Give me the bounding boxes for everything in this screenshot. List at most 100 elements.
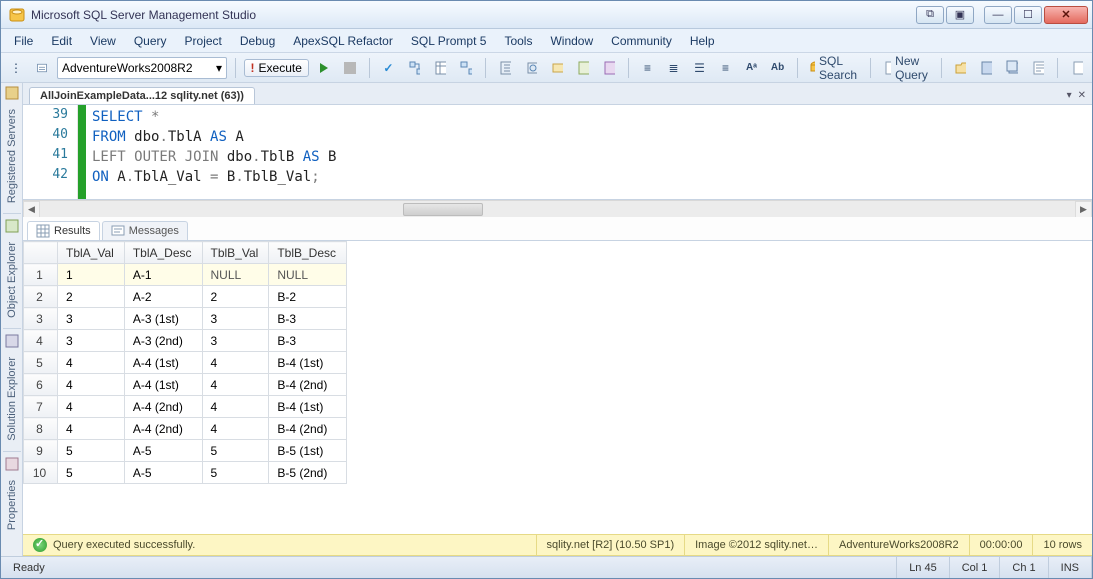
cell[interactable]: 2 xyxy=(58,286,125,308)
parse-check-icon[interactable]: ✓ xyxy=(377,57,399,79)
page-icon[interactable] xyxy=(1066,57,1088,79)
cell[interactable]: NULL xyxy=(269,264,347,286)
debug-play-icon[interactable] xyxy=(313,57,335,79)
document-tab[interactable]: AllJoinExampleData...12 sqlity.net (63)) xyxy=(29,87,255,104)
cell[interactable]: 3 xyxy=(202,308,269,330)
tool-icon-1[interactable] xyxy=(494,57,516,79)
cell[interactable]: 4 xyxy=(202,374,269,396)
menu-community[interactable]: Community xyxy=(602,31,681,51)
database-combo[interactable]: AdventureWorks2008R2 ▾ xyxy=(57,57,227,79)
row-number[interactable]: 5 xyxy=(24,352,58,374)
column-header[interactable]: TblA_Desc xyxy=(124,242,202,264)
sidebar-tab-properties[interactable]: Properties xyxy=(4,474,20,536)
comment-icon[interactable]: ☰ xyxy=(689,57,711,79)
messages-tab[interactable]: Messages xyxy=(102,221,188,240)
menu-project[interactable]: Project xyxy=(176,31,231,51)
table-row[interactable]: 64A-4 (1st)4B-4 (2nd) xyxy=(24,374,347,396)
cell[interactable]: 2 xyxy=(202,286,269,308)
cell[interactable]: 5 xyxy=(58,440,125,462)
tool-icon-3[interactable] xyxy=(546,57,568,79)
cell[interactable]: A-3 (2nd) xyxy=(124,330,202,352)
cell[interactable]: 5 xyxy=(58,462,125,484)
open-icon[interactable] xyxy=(949,57,971,79)
window-button-extra1[interactable]: ⧉ xyxy=(916,6,944,24)
cell[interactable]: B-4 (2nd) xyxy=(269,418,347,440)
scroll-right-icon[interactable]: ▶ xyxy=(1075,201,1092,218)
table-row[interactable]: 22A-22B-2 xyxy=(24,286,347,308)
cell[interactable]: 3 xyxy=(58,330,125,352)
menu-edit[interactable]: Edit xyxy=(42,31,81,51)
estimated-plan-icon[interactable] xyxy=(403,57,425,79)
sidebar-tab-registered-servers[interactable]: Registered Servers xyxy=(4,103,20,209)
row-number[interactable]: 4 xyxy=(24,330,58,352)
tab-menu-dropdown-icon[interactable]: ▾ xyxy=(1067,90,1072,101)
menu-tools[interactable]: Tools xyxy=(495,31,541,51)
menu-help[interactable]: Help xyxy=(681,31,724,51)
code-area[interactable]: SELECT *FROM dbo.TblA AS ALEFT OUTER JOI… xyxy=(86,105,1092,199)
table-row[interactable]: 105A-55B-5 (2nd) xyxy=(24,462,347,484)
tool-icon-5[interactable] xyxy=(598,57,620,79)
row-number[interactable]: 2 xyxy=(24,286,58,308)
execute-button[interactable]: ! Execute xyxy=(244,59,309,77)
cell[interactable]: B-3 xyxy=(269,308,347,330)
cell[interactable]: 3 xyxy=(58,308,125,330)
close-button[interactable]: ✕ xyxy=(1044,6,1088,24)
row-number[interactable]: 7 xyxy=(24,396,58,418)
cell[interactable]: 5 xyxy=(202,440,269,462)
save-icon[interactable] xyxy=(975,57,997,79)
cell[interactable]: A-4 (2nd) xyxy=(124,418,202,440)
cell[interactable]: A-4 (1st) xyxy=(124,352,202,374)
minimize-button[interactable]: — xyxy=(984,6,1012,24)
cell[interactable]: B-2 xyxy=(269,286,347,308)
table-row[interactable]: 33A-3 (1st)3B-3 xyxy=(24,308,347,330)
change-connection-icon[interactable] xyxy=(31,57,53,79)
table-row[interactable]: 54A-4 (1st)4B-4 (1st) xyxy=(24,352,347,374)
cell[interactable]: 4 xyxy=(58,352,125,374)
maximize-button[interactable]: ☐ xyxy=(1014,6,1042,24)
sql-editor[interactable]: 39404142 SELECT *FROM dbo.TblA AS ALEFT … xyxy=(23,105,1092,200)
row-number[interactable]: 1 xyxy=(24,264,58,286)
tool-icon-4[interactable] xyxy=(572,57,594,79)
cell[interactable]: 4 xyxy=(58,418,125,440)
cell[interactable]: A-4 (2nd) xyxy=(124,396,202,418)
cell[interactable]: B-4 (1st) xyxy=(269,396,347,418)
cell[interactable]: 5 xyxy=(202,462,269,484)
cell[interactable]: 4 xyxy=(202,418,269,440)
sidebar-tab-object-explorer[interactable]: Object Explorer xyxy=(4,236,20,324)
new-query-button[interactable]: New Query xyxy=(879,57,933,79)
table-row[interactable]: 11A-1NULLNULL xyxy=(24,264,347,286)
scroll-track[interactable] xyxy=(41,202,1074,217)
menu-file[interactable]: File xyxy=(5,31,42,51)
menu-debug[interactable]: Debug xyxy=(231,31,284,51)
window-button-extra2[interactable]: ▣ xyxy=(946,6,974,24)
cell[interactable]: B-5 (1st) xyxy=(269,440,347,462)
stop-icon[interactable] xyxy=(339,57,361,79)
cell[interactable]: A-4 (1st) xyxy=(124,374,202,396)
row-number[interactable]: 10 xyxy=(24,462,58,484)
cell[interactable]: B-4 (1st) xyxy=(269,352,347,374)
cell[interactable]: A-1 xyxy=(124,264,202,286)
row-number[interactable]: 6 xyxy=(24,374,58,396)
cell[interactable]: 4 xyxy=(202,352,269,374)
table-row[interactable]: 95A-55B-5 (1st) xyxy=(24,440,347,462)
column-header[interactable]: TblA_Val xyxy=(58,242,125,264)
menu-apexsql[interactable]: ApexSQL Refactor xyxy=(284,31,402,51)
design-query-icon[interactable] xyxy=(429,57,451,79)
menu-sqlprompt[interactable]: SQL Prompt 5 xyxy=(402,31,496,51)
column-header[interactable]: TblB_Desc xyxy=(269,242,347,264)
saveall-icon[interactable] xyxy=(1001,57,1023,79)
cell[interactable]: B-5 (2nd) xyxy=(269,462,347,484)
table-row[interactable]: 84A-4 (2nd)4B-4 (2nd) xyxy=(24,418,347,440)
menu-window[interactable]: Window xyxy=(541,31,602,51)
cell[interactable]: 4 xyxy=(202,396,269,418)
cell[interactable]: NULL xyxy=(202,264,269,286)
cell[interactable]: A-3 (1st) xyxy=(124,308,202,330)
case2-icon[interactable]: Ab xyxy=(767,57,789,79)
row-number[interactable]: 8 xyxy=(24,418,58,440)
cell[interactable]: A-2 xyxy=(124,286,202,308)
case-icon[interactable]: Aᵃ xyxy=(741,57,763,79)
outdent-icon[interactable]: ≣ xyxy=(663,57,685,79)
results-grid[interactable]: TblA_ValTblA_DescTblB_ValTblB_Desc11A-1N… xyxy=(23,241,347,484)
row-number[interactable]: 9 xyxy=(24,440,58,462)
menu-query[interactable]: Query xyxy=(125,31,176,51)
